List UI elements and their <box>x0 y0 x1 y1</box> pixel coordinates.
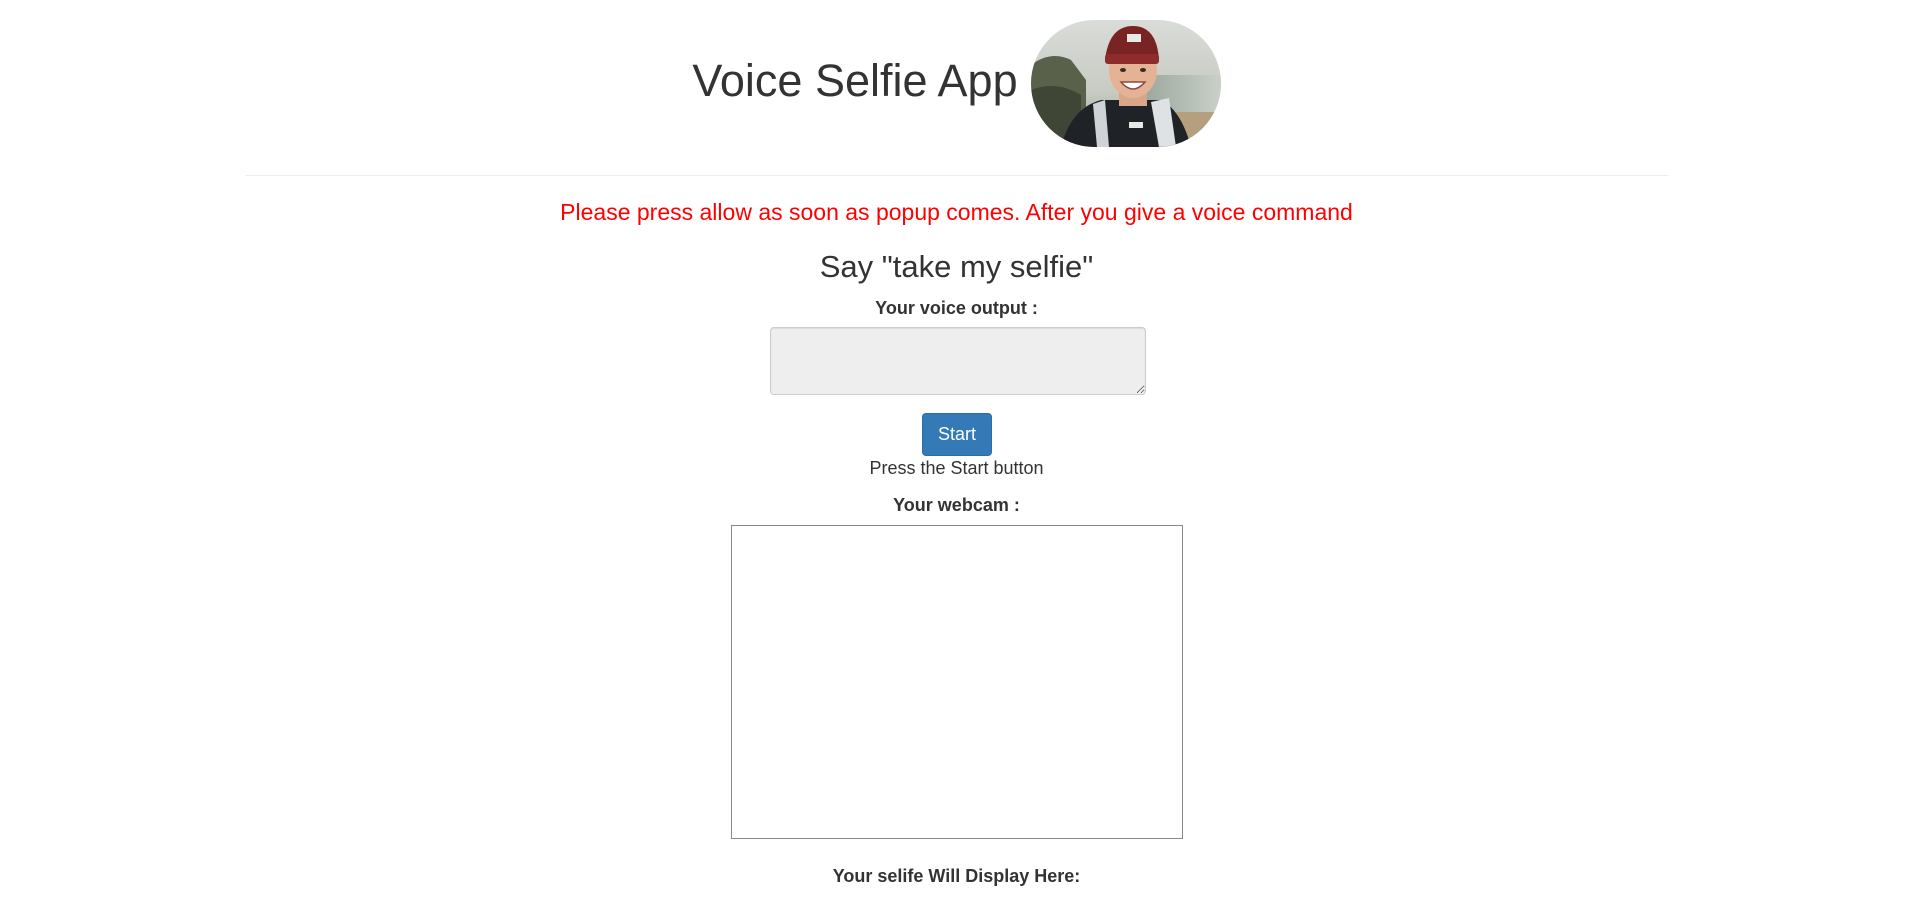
header: Voice Selfie App <box>0 18 1913 148</box>
page-title: Voice Selfie App <box>692 55 1018 106</box>
voice-command-instruction: Say "take my selfie" <box>819 249 1094 284</box>
webcam-preview <box>731 525 1183 839</box>
header-divider <box>245 175 1668 176</box>
start-button[interactable]: Start <box>922 413 992 456</box>
voice-output-label: Your voice output : <box>875 298 1038 318</box>
avatar <box>1030 19 1221 147</box>
selfie-display-label: Your selife Will Display Here: <box>832 866 1081 886</box>
webcam-label: Your webcam : <box>893 495 1020 515</box>
status-text: Press the Start button <box>869 458 1044 478</box>
voice-selfie-page: Voice Selfie App Please press allow as s… <box>0 0 1913 898</box>
permission-notice: Please press allow as soon as popup come… <box>560 199 1353 225</box>
voice-output-field[interactable] <box>770 327 1146 395</box>
